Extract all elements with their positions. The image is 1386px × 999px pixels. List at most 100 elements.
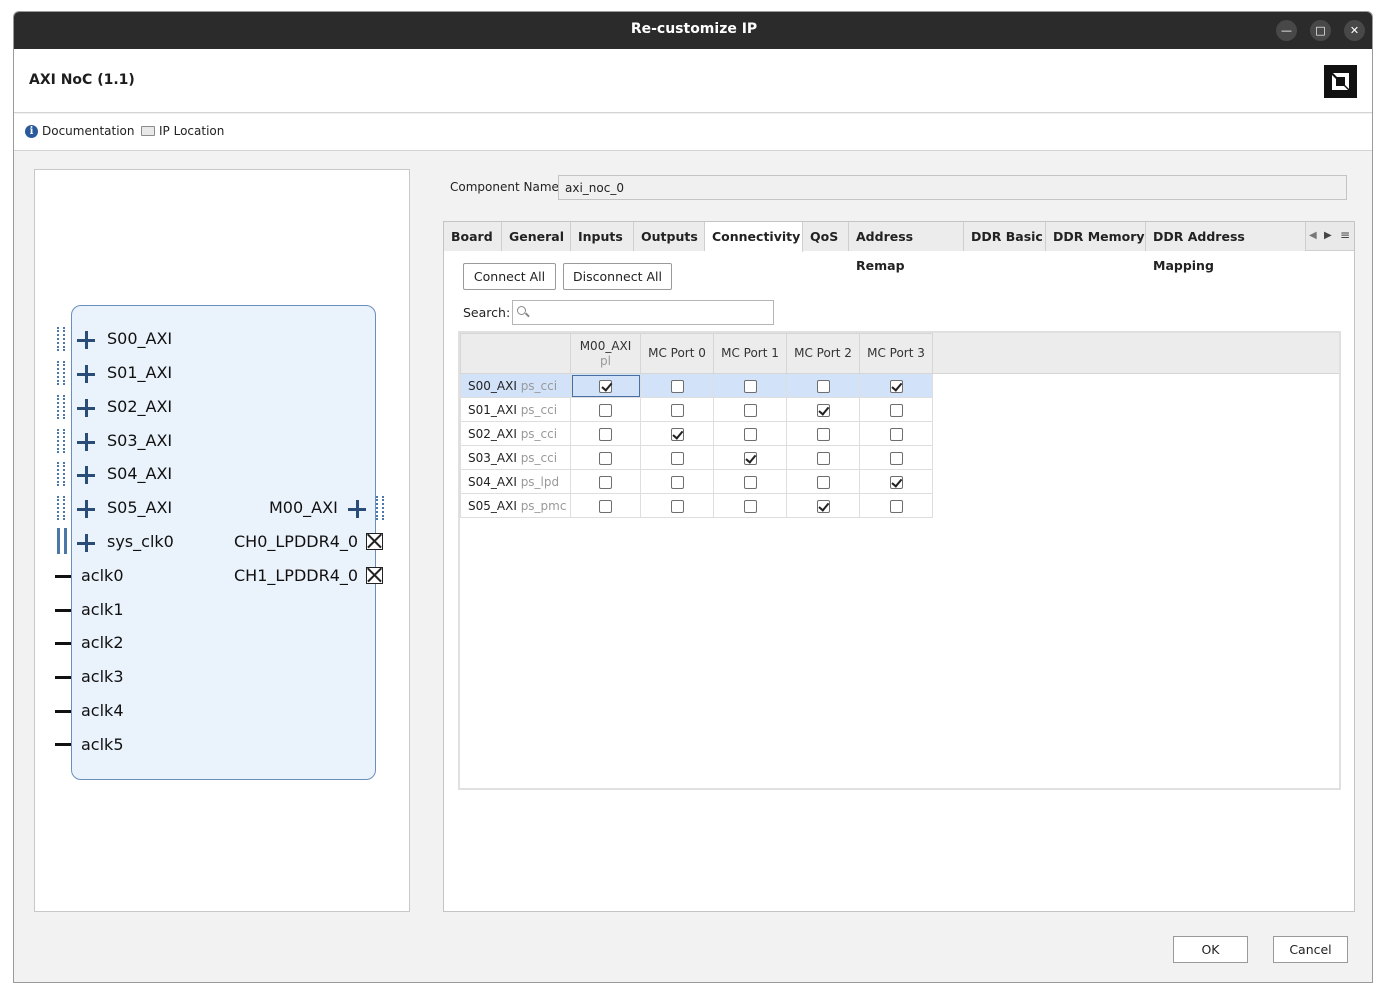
matrix-cell[interactable] bbox=[786, 469, 860, 494]
matrix-cell[interactable] bbox=[570, 445, 641, 470]
table-row[interactable]: S03_AXI ps_cci bbox=[460, 445, 933, 470]
connection-checkbox-checked[interactable] bbox=[670, 427, 684, 441]
matrix-cell[interactable] bbox=[786, 397, 860, 422]
matrix-cell[interactable] bbox=[786, 421, 860, 446]
connection-checkbox-unchecked[interactable] bbox=[889, 451, 903, 465]
tab-board[interactable]: Board bbox=[444, 222, 502, 251]
connection-checkbox-unchecked[interactable] bbox=[599, 403, 612, 417]
connection-checkbox-checked[interactable] bbox=[889, 475, 903, 489]
matrix-cell[interactable] bbox=[640, 445, 714, 470]
matrix-cell[interactable] bbox=[640, 469, 714, 494]
table-row[interactable]: S02_AXI ps_cci bbox=[460, 421, 933, 446]
matrix-cell[interactable] bbox=[570, 421, 641, 446]
ok-button[interactable]: OK bbox=[1173, 936, 1248, 963]
expand-plus-icon[interactable] bbox=[348, 500, 366, 518]
tab-connectivity[interactable]: Connectivity bbox=[705, 222, 803, 252]
matrix-cell[interactable] bbox=[859, 397, 933, 422]
connection-checkbox-unchecked[interactable] bbox=[599, 451, 612, 465]
tab-ddr-address-mapping[interactable]: DDR Address Mapping bbox=[1146, 222, 1306, 273]
matrix-cell[interactable] bbox=[786, 445, 860, 470]
connection-checkbox-unchecked[interactable] bbox=[743, 499, 757, 513]
tab-outputs[interactable]: Outputs bbox=[634, 222, 705, 251]
connection-checkbox-unchecked[interactable] bbox=[889, 427, 903, 441]
expand-plus-icon[interactable] bbox=[77, 399, 95, 417]
connection-checkbox-checked[interactable] bbox=[816, 499, 830, 513]
close-button[interactable]: ✕ bbox=[1344, 20, 1365, 41]
matrix-cell[interactable] bbox=[713, 397, 787, 422]
search-input[interactable] bbox=[512, 300, 774, 325]
connection-checkbox-unchecked[interactable] bbox=[816, 475, 830, 489]
matrix-cell[interactable] bbox=[570, 469, 641, 494]
tab-address-remap[interactable]: Address Remap bbox=[849, 222, 964, 273]
expand-plus-icon[interactable] bbox=[77, 331, 95, 349]
matrix-cell[interactable] bbox=[859, 373, 933, 398]
connection-checkbox-unchecked[interactable] bbox=[816, 379, 830, 393]
column-header[interactable]: MC Port 3 bbox=[859, 333, 933, 374]
tab-general[interactable]: General bbox=[502, 222, 571, 251]
connection-checkbox-checked[interactable] bbox=[816, 403, 830, 417]
column-header[interactable]: MC Port 2 bbox=[786, 333, 860, 374]
matrix-cell[interactable] bbox=[859, 421, 933, 446]
connection-checkbox-unchecked[interactable] bbox=[599, 499, 612, 513]
matrix-cell[interactable] bbox=[570, 397, 641, 422]
matrix-cell[interactable] bbox=[713, 373, 787, 398]
table-row[interactable]: S04_AXI ps_lpd bbox=[460, 469, 933, 494]
table-row[interactable]: S05_AXI ps_pmc bbox=[460, 493, 933, 518]
tab-ddr-basic[interactable]: DDR Basic bbox=[964, 222, 1046, 251]
matrix-cell[interactable] bbox=[713, 421, 787, 446]
expand-plus-icon[interactable] bbox=[77, 500, 95, 518]
tab-ddr-memory[interactable]: DDR Memory bbox=[1046, 222, 1146, 251]
tab-qos[interactable]: QoS bbox=[803, 222, 849, 251]
documentation-link[interactable]: i Documentation bbox=[25, 124, 135, 138]
connection-checkbox-checked[interactable] bbox=[889, 379, 903, 393]
connection-checkbox-unchecked[interactable] bbox=[743, 427, 757, 441]
ip-location-link[interactable]: IP Location bbox=[141, 124, 224, 138]
minimize-button[interactable]: — bbox=[1276, 20, 1297, 41]
matrix-cell[interactable] bbox=[859, 493, 933, 518]
connection-checkbox-unchecked[interactable] bbox=[599, 475, 612, 489]
connection-checkbox-unchecked[interactable] bbox=[670, 499, 684, 513]
matrix-cell[interactable] bbox=[786, 493, 860, 518]
matrix-cell[interactable] bbox=[713, 445, 787, 470]
connect-all-button[interactable]: Connect All bbox=[463, 263, 556, 290]
column-header[interactable]: MC Port 0 bbox=[640, 333, 714, 374]
connection-checkbox-unchecked[interactable] bbox=[889, 403, 903, 417]
component-name-field[interactable]: axi_noc_0 bbox=[558, 175, 1347, 200]
connection-checkbox-checked[interactable] bbox=[743, 451, 757, 465]
matrix-cell[interactable] bbox=[640, 421, 714, 446]
tab-inputs[interactable]: Inputs bbox=[571, 222, 634, 251]
matrix-cell[interactable] bbox=[859, 469, 933, 494]
expand-plus-icon[interactable] bbox=[77, 466, 95, 484]
expand-plus-icon[interactable] bbox=[77, 365, 95, 383]
connection-checkbox-unchecked[interactable] bbox=[670, 475, 684, 489]
matrix-cell[interactable] bbox=[859, 445, 933, 470]
connection-checkbox-unchecked[interactable] bbox=[889, 499, 903, 513]
column-header[interactable]: MC Port 1 bbox=[713, 333, 787, 374]
disconnect-all-button[interactable]: Disconnect All bbox=[563, 263, 672, 290]
column-header[interactable]: M00_AXI pl bbox=[570, 333, 641, 374]
matrix-cell[interactable] bbox=[640, 373, 714, 398]
matrix-cell[interactable] bbox=[713, 469, 787, 494]
cancel-button[interactable]: Cancel bbox=[1273, 936, 1348, 963]
expand-plus-icon[interactable] bbox=[77, 534, 95, 552]
matrix-cell[interactable] bbox=[713, 493, 787, 518]
connection-checkbox-unchecked[interactable] bbox=[670, 403, 684, 417]
connection-checkbox-unchecked[interactable] bbox=[743, 475, 757, 489]
connection-checkbox-unchecked[interactable] bbox=[743, 379, 757, 393]
matrix-cell[interactable] bbox=[570, 373, 641, 398]
matrix-cell[interactable] bbox=[640, 397, 714, 422]
connection-checkbox-checked[interactable] bbox=[599, 379, 612, 393]
connection-checkbox-unchecked[interactable] bbox=[743, 403, 757, 417]
expand-plus-icon[interactable] bbox=[77, 433, 95, 451]
tab-scroll-left-icon[interactable]: ◀ bbox=[1309, 230, 1317, 241]
matrix-cell[interactable] bbox=[786, 373, 860, 398]
connection-checkbox-unchecked[interactable] bbox=[816, 451, 830, 465]
tab-scroll-right-icon[interactable]: ▶ bbox=[1324, 230, 1332, 241]
connection-checkbox-unchecked[interactable] bbox=[599, 427, 612, 441]
table-row[interactable]: S01_AXI ps_cci bbox=[460, 397, 933, 422]
table-row[interactable]: S00_AXI ps_cci bbox=[460, 373, 933, 398]
tab-menu-icon[interactable]: ≡ bbox=[1340, 228, 1350, 242]
connection-checkbox-unchecked[interactable] bbox=[670, 379, 684, 393]
matrix-cell[interactable] bbox=[570, 493, 641, 518]
matrix-cell[interactable] bbox=[640, 493, 714, 518]
